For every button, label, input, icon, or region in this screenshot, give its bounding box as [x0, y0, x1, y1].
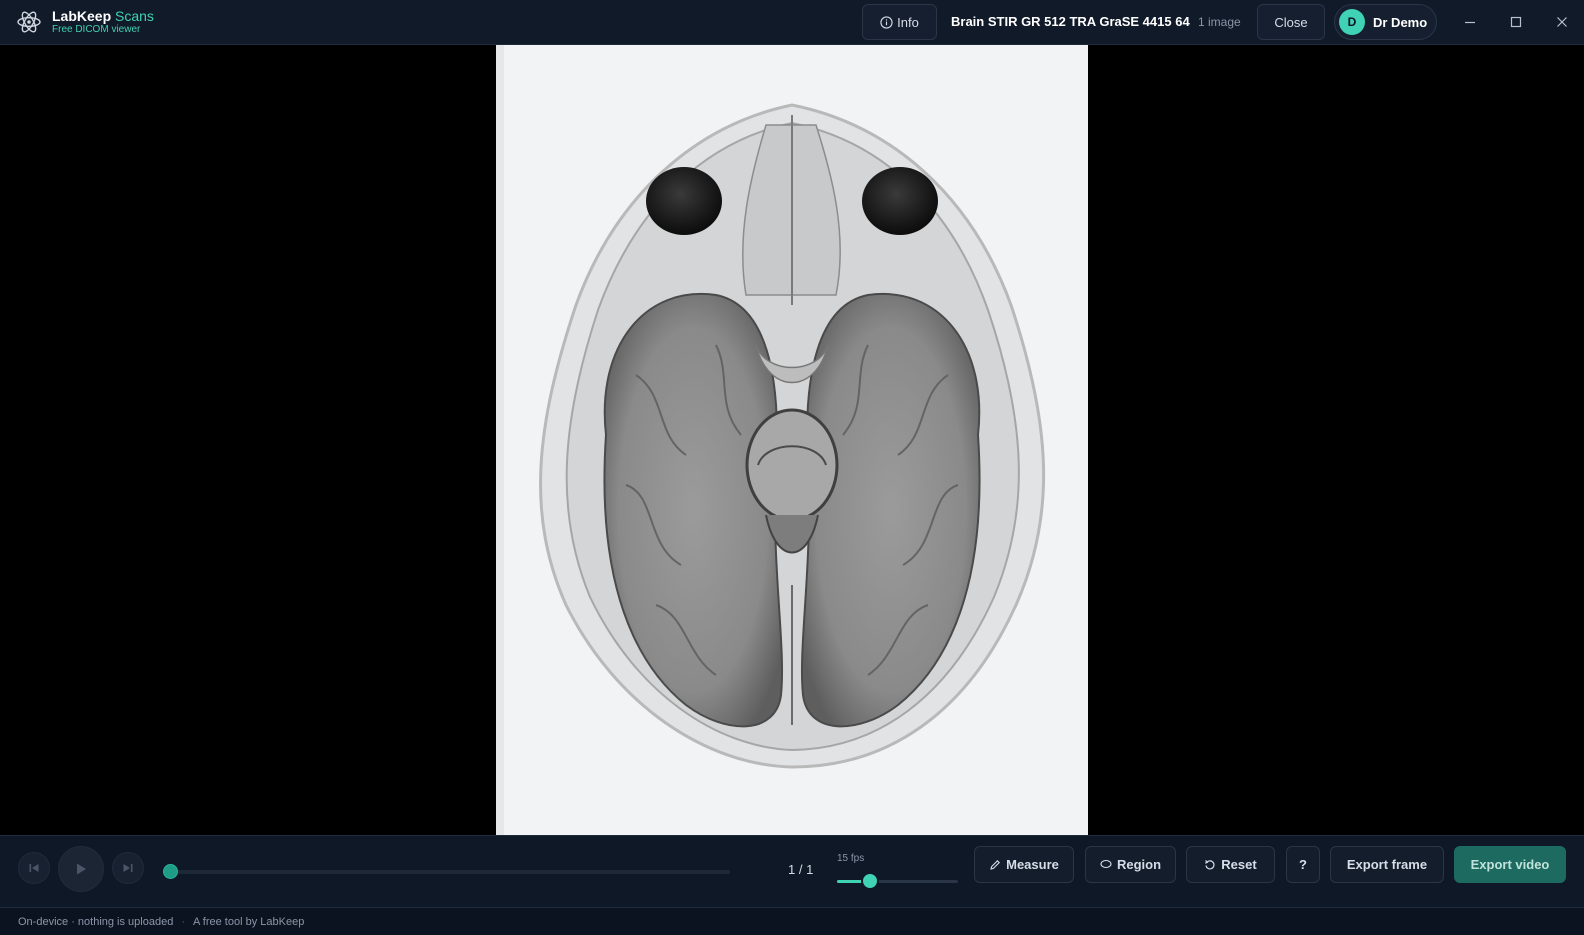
fps-slider-handle[interactable] — [860, 872, 879, 890]
previous-frame-button[interactable] — [18, 852, 50, 884]
brand-accent: Scans — [115, 8, 154, 24]
brand-name-text: LabKeep — [52, 8, 112, 24]
pencil-icon — [990, 859, 1001, 870]
measure-button-label: Measure — [1006, 857, 1059, 872]
close-icon[interactable] — [1554, 14, 1570, 30]
export-frame-button[interactable]: Export frame — [1330, 846, 1444, 883]
info-button-label: Info — [897, 14, 919, 30]
info-icon — [880, 15, 893, 29]
play-icon — [77, 863, 86, 875]
frame-counter: 1 / 1 — [788, 862, 814, 877]
brand-subtitle: Free DICOM viewer — [52, 24, 141, 35]
close-series-button[interactable]: Close — [1257, 4, 1325, 40]
brand: LabKeep Scans Free DICOM viewer — [52, 8, 154, 36]
skip-previous-icon — [29, 864, 39, 872]
app-header: LabKeep Scans Free DICOM viewer Info Bra… — [0, 0, 1584, 45]
timeline-slider[interactable] — [170, 870, 730, 874]
region-button[interactable]: Region — [1085, 846, 1176, 883]
region-button-label: Region — [1116, 857, 1162, 872]
avatar: D — [1339, 9, 1365, 35]
series-title: Brain STIR GR 512 TRA GraSE 4415 64 — [951, 14, 1190, 29]
export-video-button[interactable]: Export video — [1454, 846, 1566, 883]
timeline-handle[interactable] — [163, 864, 178, 879]
image-viewport[interactable] — [0, 45, 1584, 835]
fps-label: 15 fps — [837, 853, 865, 864]
series-image-count: 1 image — [1198, 15, 1241, 29]
next-frame-button[interactable] — [112, 852, 144, 884]
ellipse-icon — [1100, 859, 1112, 868]
minimize-icon[interactable] — [1462, 14, 1478, 30]
measure-button[interactable]: Measure — [974, 846, 1074, 883]
reset-icon — [1205, 859, 1215, 869]
play-button[interactable] — [58, 846, 104, 892]
fps-slider[interactable] — [837, 880, 958, 883]
reset-button[interactable]: Reset — [1186, 846, 1275, 883]
player-toolbar: 1 / 1 15 fps Measure Region Reset ? Expo… — [0, 835, 1584, 907]
skip-next-icon — [123, 864, 133, 872]
privacy-note: On-device · nothing is uploaded — [18, 916, 174, 928]
info-button[interactable]: Info — [862, 4, 937, 40]
footer-separator: · — [181, 916, 185, 928]
status-footer: On-device · nothing is uploaded · A free t… — [0, 907, 1584, 935]
help-button[interactable]: ? — [1286, 846, 1320, 883]
user-name: Dr Demo — [1373, 14, 1428, 30]
user-menu[interactable]: D Dr Demo — [1334, 4, 1437, 40]
mri-scan-drawing — [496, 45, 1088, 835]
brand-name: LabKeep Scans — [52, 8, 154, 24]
mri-brain-scan-image[interactable] — [496, 45, 1088, 835]
credit-note: A free tool by LabKeep — [193, 916, 305, 928]
maximize-icon[interactable] — [1508, 14, 1524, 30]
footer-text: On-device · nothing is uploaded · A free t… — [18, 916, 304, 928]
atom-logo-icon — [17, 11, 41, 33]
reset-button-label: Reset — [1221, 857, 1257, 872]
